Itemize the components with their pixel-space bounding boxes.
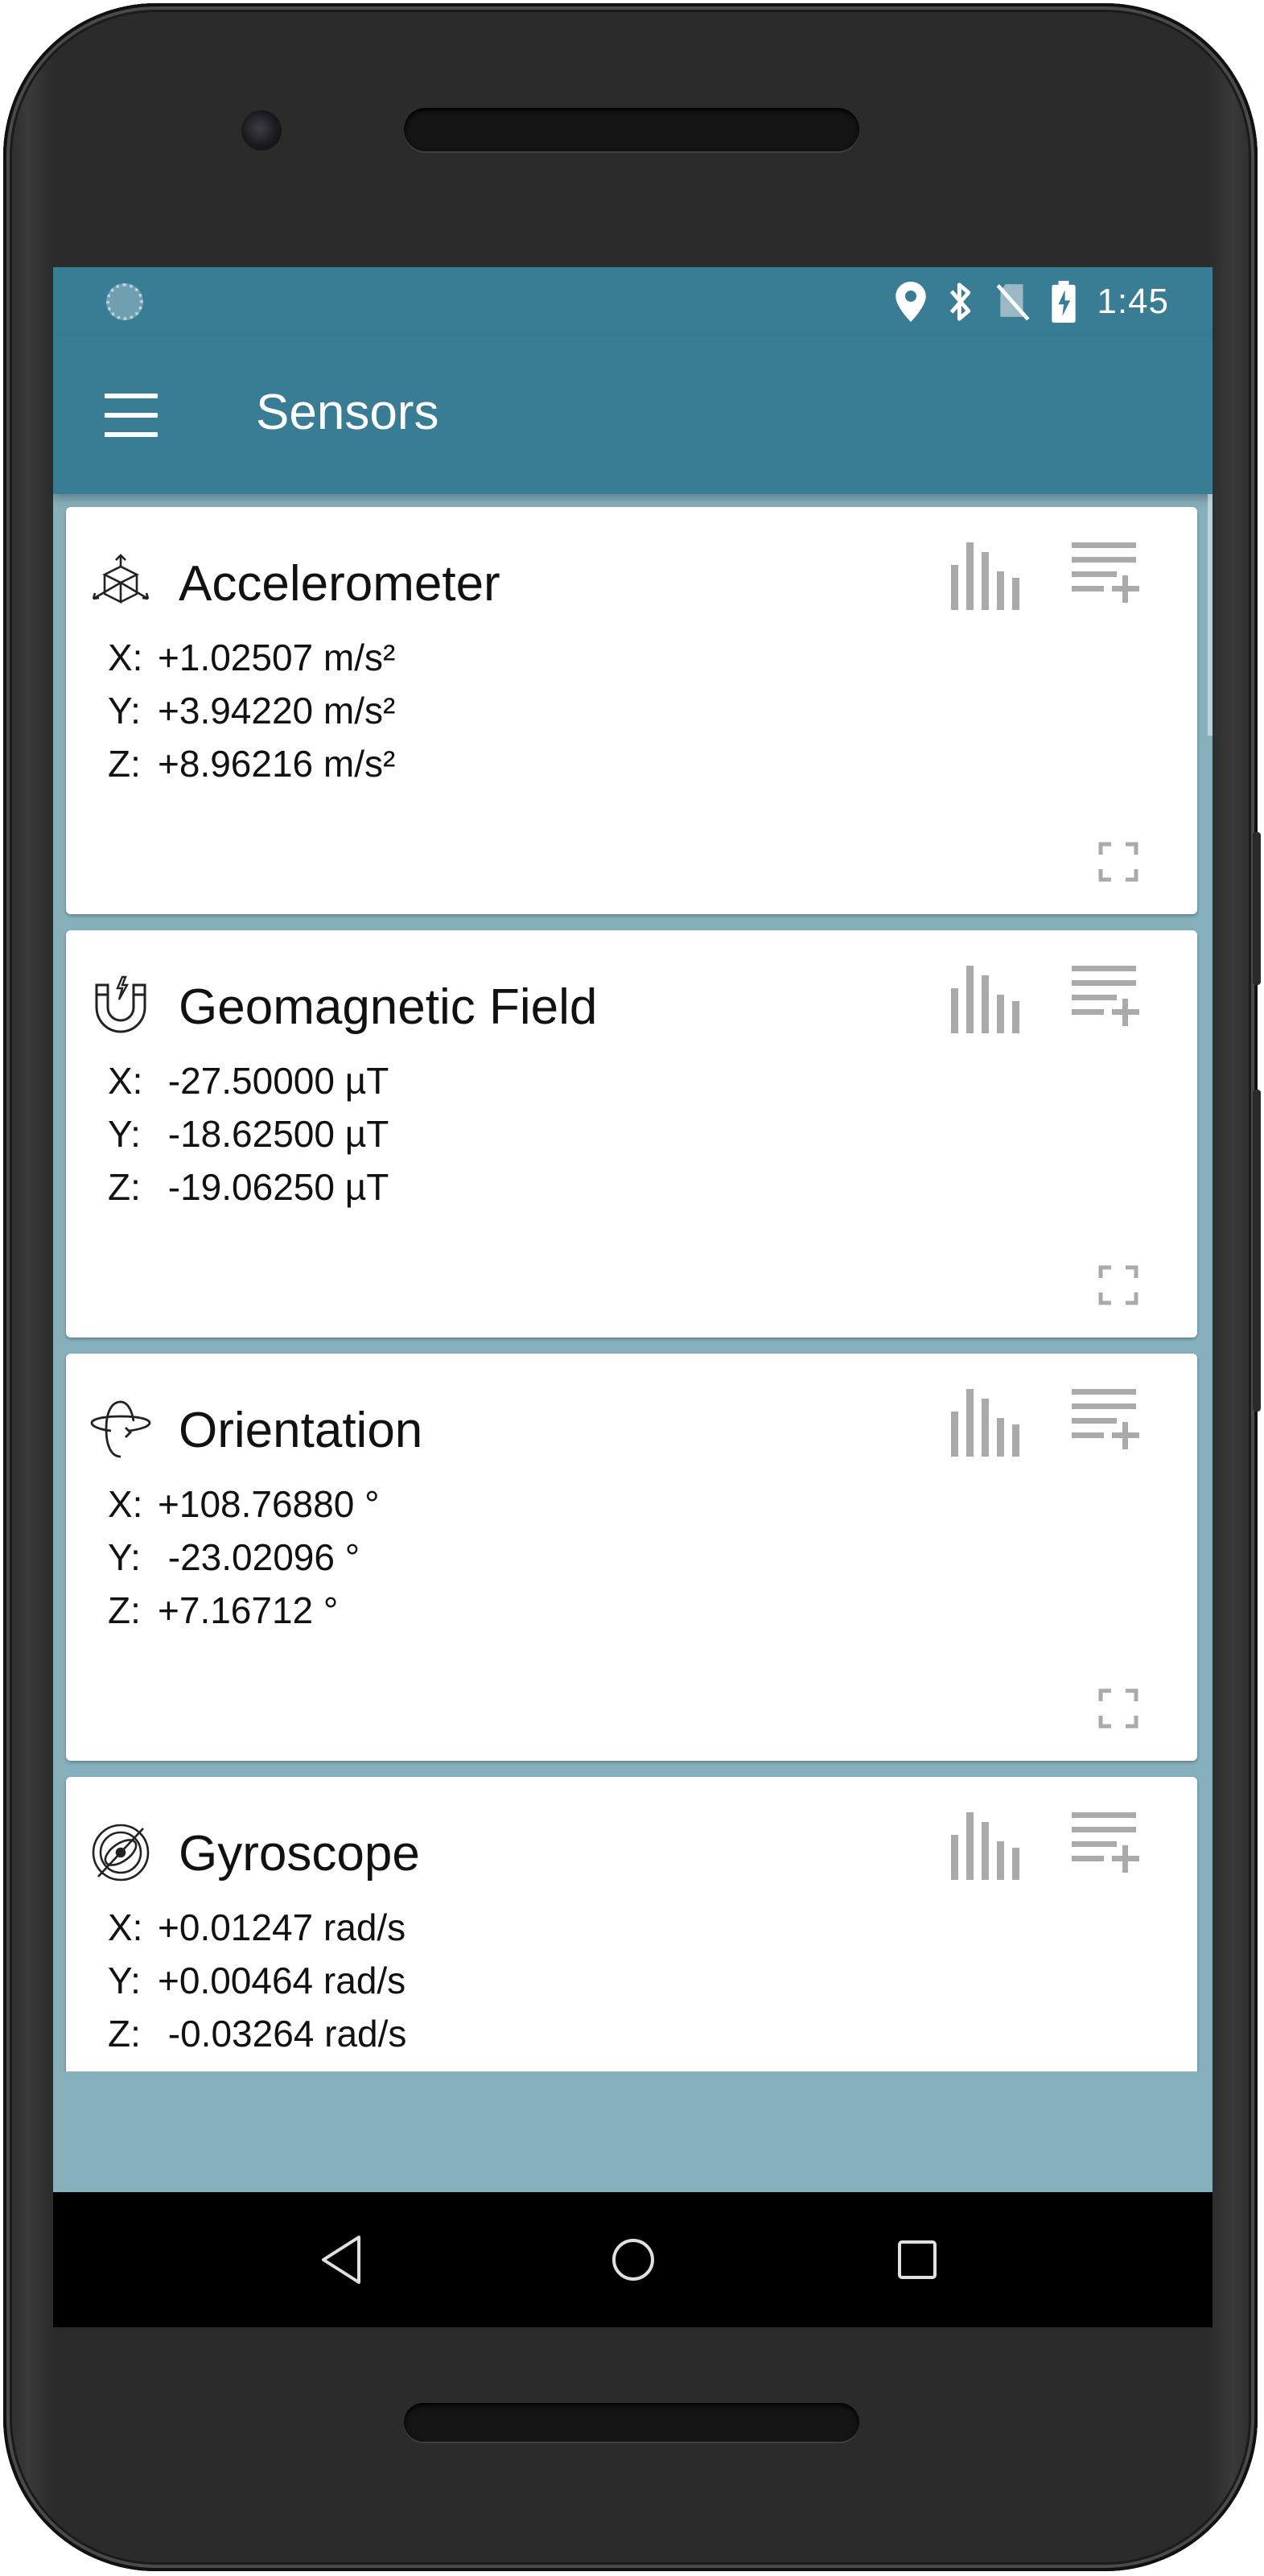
value-row-x: X: +1.02507 m/s² [108, 637, 396, 678]
scrollbar[interactable] [1208, 494, 1213, 736]
sensor-card-geomagnetic-field[interactable]: Geomagnetic Field X: -27.50000 µT Y: -18… [66, 930, 1197, 1337]
sensor-card-orientation[interactable]: Orientation X: +108.76880 ° Y: -23.02096 … [66, 1354, 1197, 1761]
phone-frame: 1:45 Sensors Accelerometer X: +1.02507 m… [3, 3, 1261, 2571]
value-row-z: Z: -19.06250 µT [108, 1166, 389, 1208]
playlist-add-icon[interactable] [1072, 539, 1139, 607]
playlist-add-icon[interactable] [1072, 962, 1139, 1030]
front-camera [241, 110, 282, 150]
screen: 1:45 Sensors Accelerometer X: +1.02507 m… [53, 267, 1213, 2327]
cube-axes-icon [92, 554, 150, 604]
value-row-x: X: -27.50000 µT [108, 1060, 389, 1102]
bar-chart-icon[interactable] [948, 542, 1020, 610]
value-row-x: X: +0.01247 rad/s [108, 1906, 406, 1948]
navigation-bar [53, 2192, 1213, 2327]
bluetooth-icon [950, 282, 971, 321]
sensor-title: Gyroscope [179, 1826, 420, 1882]
sensor-values: X: +1.02507 m/s² Y: +3.94220 m/s² Z: +8.962… [108, 631, 395, 790]
earpiece-speaker [404, 108, 859, 151]
playlist-add-icon[interactable] [1072, 1386, 1139, 1453]
value-row-z: Z: +8.96216 m/s² [108, 743, 396, 785]
fullscreen-icon[interactable] [1098, 842, 1138, 882]
menu-icon[interactable] [105, 394, 158, 437]
volume-button [1253, 832, 1261, 985]
recents-icon[interactable] [883, 2226, 951, 2294]
bar-chart-icon[interactable] [948, 1812, 1020, 1880]
home-icon[interactable] [599, 2226, 667, 2294]
sensor-card-gyroscope[interactable]: Gyroscope X: +0.01247 rad/s Y: +0.00464 ra… [66, 1777, 1197, 2071]
bar-chart-icon[interactable] [948, 966, 1020, 1033]
fullscreen-icon[interactable] [1098, 1688, 1138, 1729]
notification-icon [106, 283, 143, 320]
value-row-y: Y: -18.62500 µT [108, 1113, 389, 1155]
rotation-icon [90, 1400, 151, 1458]
sensor-title: Accelerometer [179, 556, 500, 612]
bar-chart-icon[interactable] [948, 1389, 1020, 1457]
sensor-title: Orientation [179, 1403, 423, 1458]
gyroscope-icon [92, 1824, 150, 1882]
clock: 1:45 [1097, 282, 1169, 321]
sensor-card-accelerometer[interactable]: Accelerometer X: +1.02507 m/s² Y: +3.94220… [66, 507, 1197, 914]
playlist-add-icon[interactable] [1072, 1809, 1139, 1877]
power-button [1253, 1090, 1261, 1412]
location-icon [896, 282, 927, 322]
sensor-title: Geomagnetic Field [179, 979, 598, 1035]
no-sim-icon [996, 284, 1030, 321]
battery-charging-icon [1052, 281, 1076, 323]
value-row-y: Y: +3.94220 m/s² [108, 690, 396, 732]
sensor-list[interactable]: Accelerometer X: +1.02507 m/s² Y: +3.94220… [53, 494, 1213, 2071]
page-title: Sensors [256, 385, 439, 440]
status-bar: 1:45 [53, 267, 1213, 336]
value-row-y: Y: +0.00464 rad/s [108, 1960, 406, 2001]
value-row-x: X: +108.76880 ° [108, 1483, 380, 1525]
back-icon[interactable] [309, 2226, 377, 2294]
sensor-values: X: +0.01247 rad/s Y: +0.00464 rad/s Z: -0.… [108, 1901, 406, 2060]
app-bar [53, 336, 1213, 494]
magnet-icon [95, 975, 146, 1033]
bottom-speaker [404, 2403, 859, 2442]
sensor-values: X: -27.50000 µT Y: -18.62500 µT Z: -19.0… [108, 1054, 389, 1214]
fullscreen-icon[interactable] [1098, 1265, 1138, 1305]
value-row-y: Y: -23.02096 ° [108, 1536, 360, 1578]
value-row-z: Z: +7.16712 ° [108, 1589, 339, 1631]
value-row-z: Z: -0.03264 rad/s [108, 2013, 407, 2055]
sensor-values: X: +108.76880 ° Y: -23.02096 ° Z: +7.16712… [108, 1478, 379, 1637]
